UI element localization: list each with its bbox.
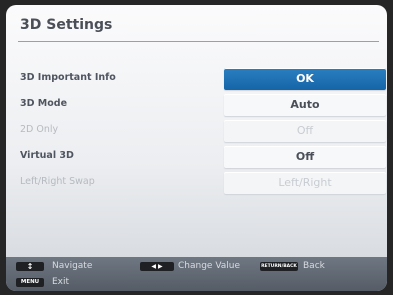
return-back-key-icon: RETURN/BACK [260,262,298,271]
row-virtual-3d[interactable]: Virtual 3D Off [6,146,387,168]
footer-hint-bar: ↕ Navigate ◀ ▶ Change Value RETURN/BACK … [6,257,387,291]
row-value-virtual-3d[interactable]: Off [224,146,386,168]
row-value-left-right-swap: Left/Right [224,172,386,194]
title-divider [18,41,379,42]
row-2d-only: 2D Only Off [6,120,387,142]
back-hint: Back [303,261,325,271]
navigate-hint: Navigate [52,261,93,271]
left-right-key-icon: ◀ ▶ [140,262,174,271]
row-3d-mode[interactable]: 3D Mode Auto [6,94,387,116]
row-label: 2D Only [20,124,59,135]
row-value-ok-button[interactable]: OK [224,68,386,90]
tv-screen: 3D Settings 3D Important Info OK 3D Mode… [0,0,393,295]
row-label: Left/Right Swap [20,176,95,187]
page-title: 3D Settings [20,17,113,33]
row-label: Virtual 3D [20,150,74,161]
exit-hint: Exit [52,277,70,287]
settings-panel: 3D Settings 3D Important Info OK 3D Mode… [6,5,387,291]
row-value-2d-only: Off [224,120,386,142]
row-left-right-swap: Left/Right Swap Left/Right [6,172,387,194]
row-3d-important-info[interactable]: 3D Important Info OK [6,68,387,90]
navigate-key-icon: ↕ [16,262,44,271]
change-value-hint: Change Value [178,261,241,271]
row-value-3d-mode[interactable]: Auto [224,94,386,116]
menu-key-icon: MENU [16,278,44,287]
row-label: 3D Important Info [20,72,116,83]
row-label: 3D Mode [20,98,68,109]
